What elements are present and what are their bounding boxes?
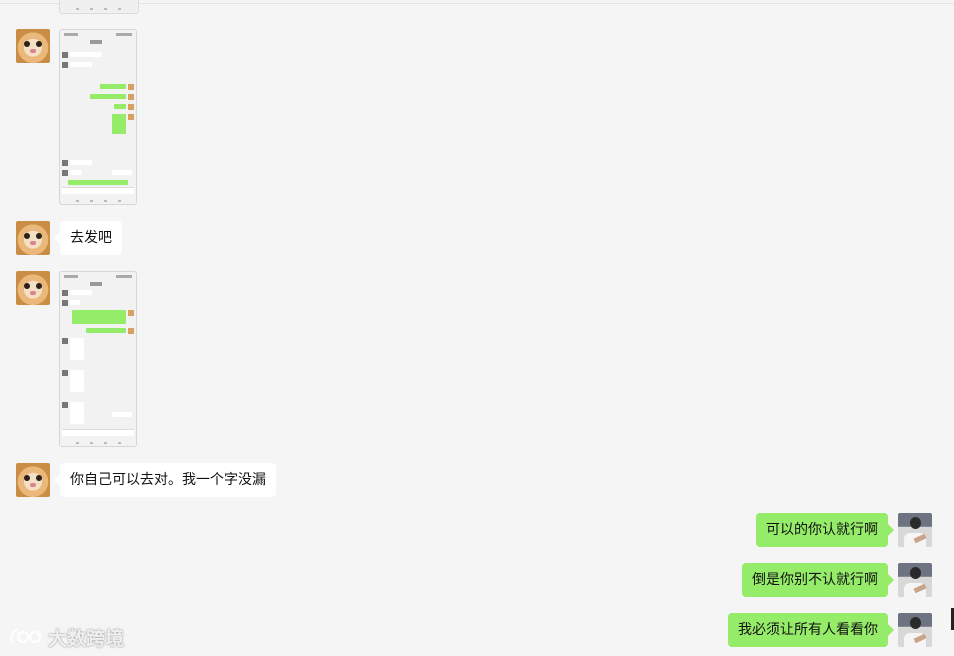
outgoing-message-bubble[interactable]: 倒是你别不认就行啊 — [742, 563, 894, 597]
incoming-message-bubble[interactable]: 你自己可以去对。我一个字没漏 — [54, 463, 276, 497]
previous-image-thumbnail[interactable] — [59, 0, 139, 14]
self-avatar[interactable] — [898, 563, 932, 597]
chat-screenshot-image[interactable] — [59, 271, 137, 447]
contact-avatar[interactable] — [16, 271, 50, 305]
watermark: 大数跨境 — [8, 624, 124, 650]
contact-avatar[interactable] — [16, 463, 50, 497]
self-avatar[interactable] — [898, 613, 932, 647]
top-divider — [0, 3, 954, 4]
chat-screenshot-image[interactable] — [59, 29, 137, 205]
contact-avatar[interactable] — [16, 221, 50, 255]
outgoing-message-bubble[interactable]: 我必须让所有人看看你 — [728, 613, 894, 647]
self-avatar[interactable] — [898, 513, 932, 547]
outgoing-message-bubble[interactable]: 可以的你认就行啊 — [756, 513, 894, 547]
contact-avatar[interactable] — [16, 29, 50, 63]
incoming-message-bubble[interactable]: 去发吧 — [54, 221, 122, 255]
watermark-logo-icon — [8, 627, 42, 647]
watermark-text: 大数跨境 — [48, 627, 125, 650]
